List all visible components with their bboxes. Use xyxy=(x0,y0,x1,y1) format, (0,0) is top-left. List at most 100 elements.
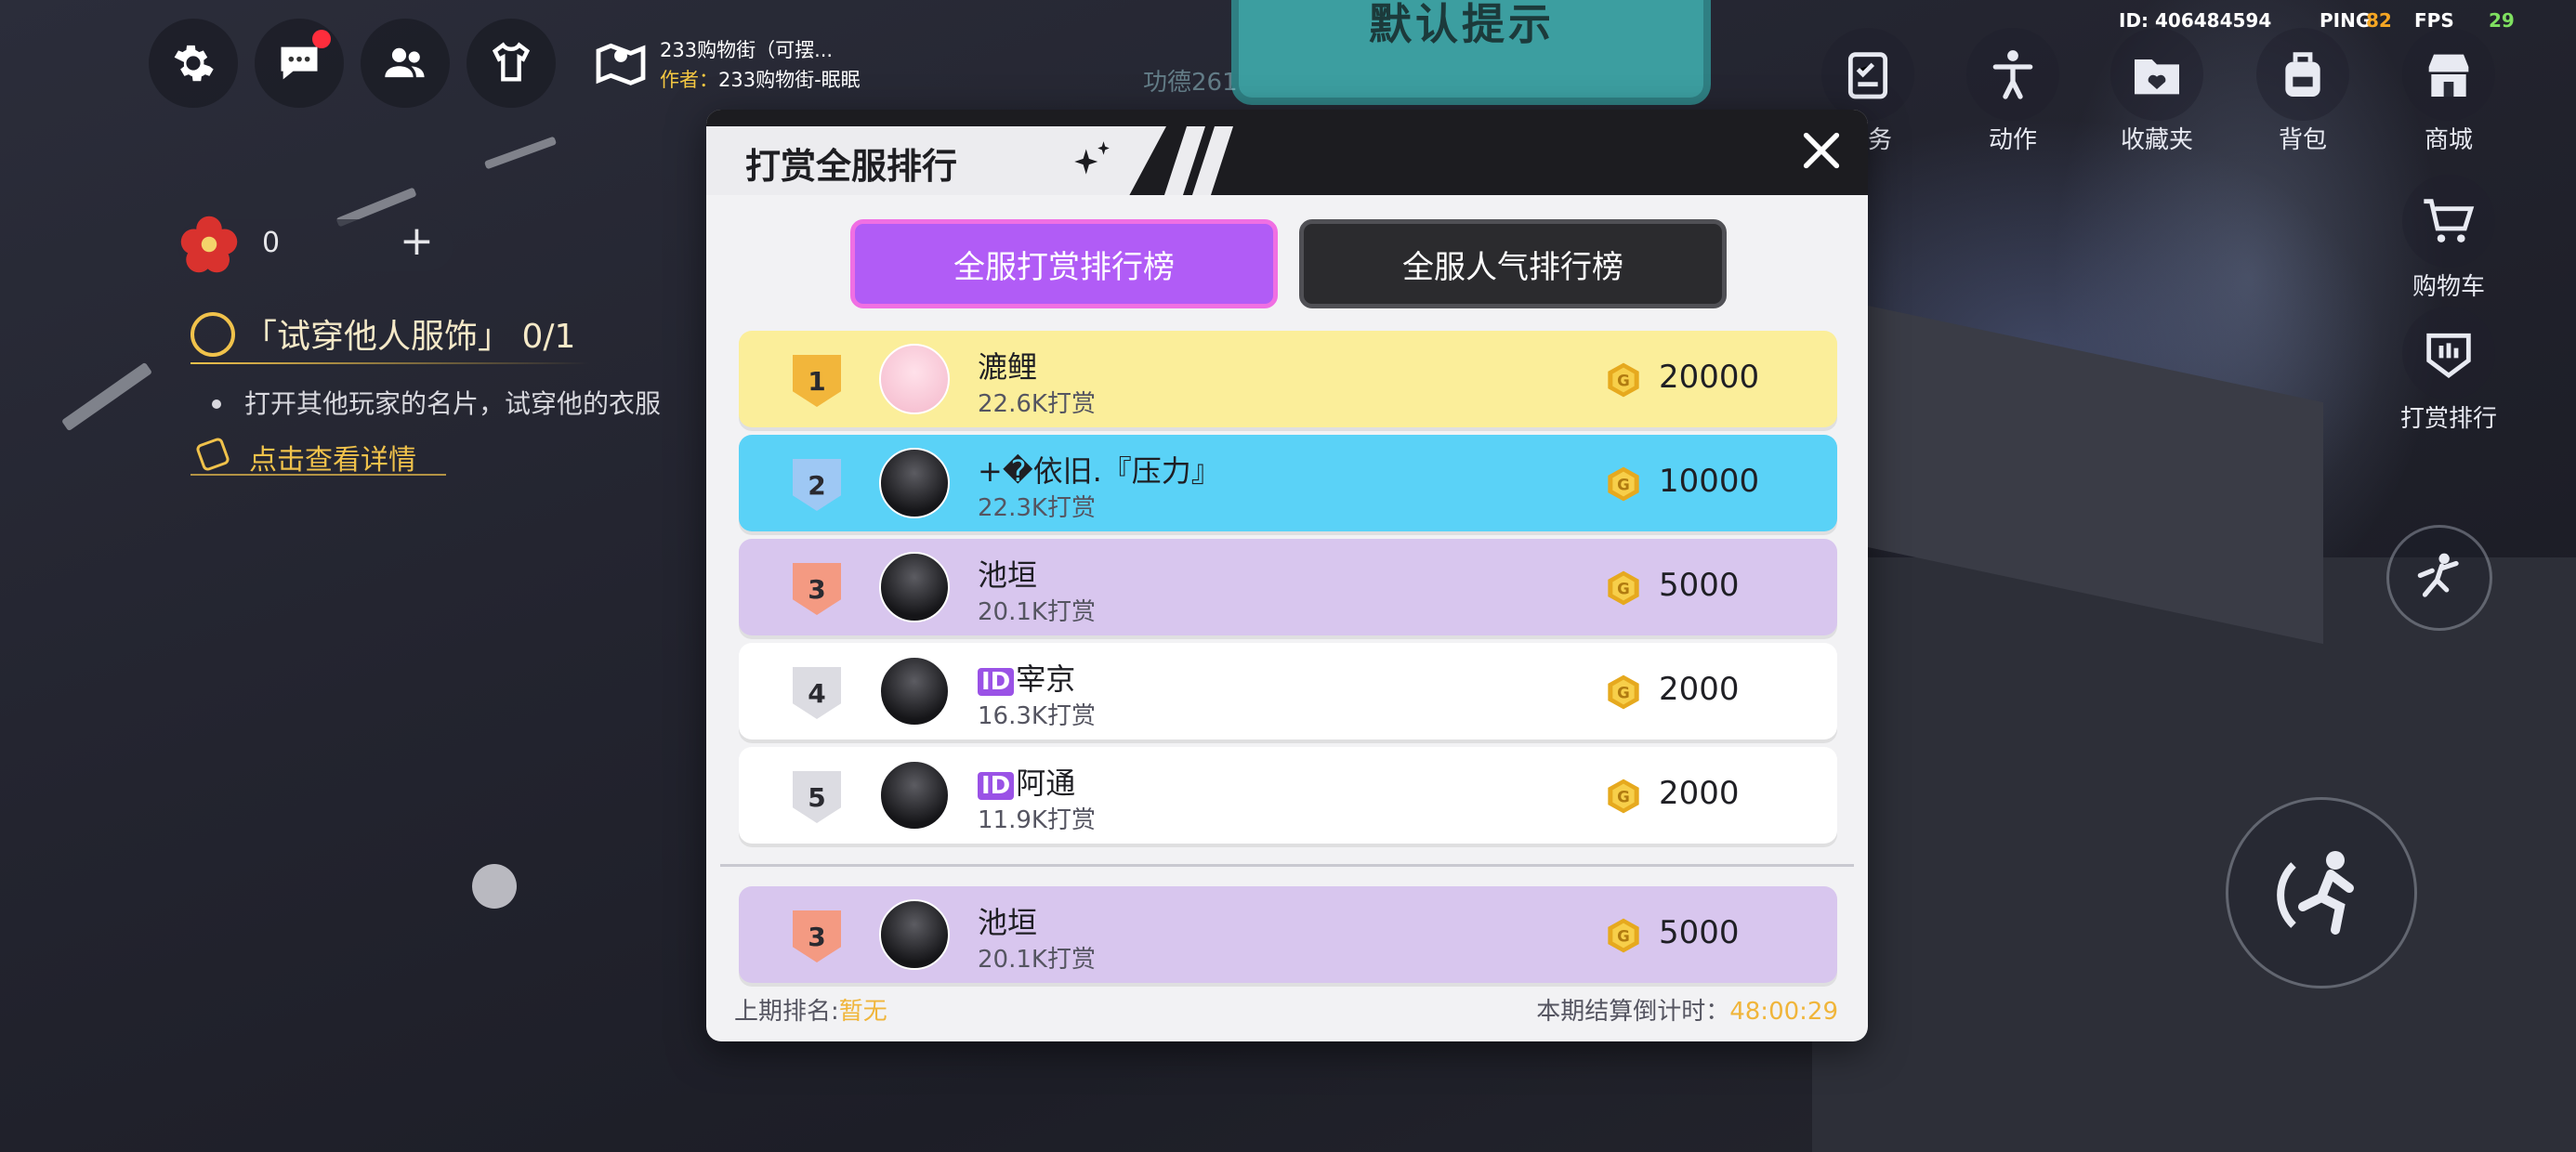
player-name: 池垣 xyxy=(978,899,1037,942)
player-name-text: 池垣 xyxy=(978,905,1038,940)
sprint-button[interactable] xyxy=(2226,797,2417,988)
player-name-text: 池垣 xyxy=(978,557,1038,593)
ranking-row[interactable]: 1 漉鲤 22.6K打赏 G 20000 xyxy=(739,331,1837,427)
task-details-link[interactable]: 点击查看详情 xyxy=(249,437,416,478)
coin-icon: G xyxy=(1605,778,1642,815)
pose-icon xyxy=(1966,28,2059,121)
settlement-countdown: 本期结算倒计时：48:00:29 xyxy=(1536,992,1838,1027)
tab-reward-ranking[interactable]: 全服打赏排行榜 xyxy=(850,219,1278,308)
player-name: ID 宰京 xyxy=(978,656,1075,699)
faded-scene-text: 功德261 xyxy=(1143,69,1238,97)
road-marking xyxy=(483,136,558,170)
store-icon xyxy=(2402,28,2495,121)
player-name-text: +�依旧.『压力』 xyxy=(978,453,1221,489)
close-button[interactable] xyxy=(1795,124,1847,177)
reward-ranking-dialog: 打赏全服排行 全服打赏排行榜 全服人气排行榜 1 漉鲤 22.6K打赏 G 20000 2… xyxy=(706,110,1868,1041)
menu-label: 打赏排行 xyxy=(2399,405,2497,433)
reward-amount: 10000 xyxy=(1659,463,1760,500)
player-reward-total: 11.9K打赏 xyxy=(978,806,1096,834)
map-info: 233购物街（可摆... 作者：233购物街-眠眠 xyxy=(660,35,861,95)
task-link-underline xyxy=(191,474,446,476)
menu-rank-button[interactable]: 打赏排行 xyxy=(2379,307,2518,434)
gear-icon xyxy=(174,45,214,82)
id-badge: ID xyxy=(978,668,1015,696)
avatar[interactable] xyxy=(879,448,950,518)
task-timer-icon xyxy=(191,312,235,357)
notification-dot xyxy=(312,30,331,48)
coin-icon: G xyxy=(1605,569,1642,607)
menu-label: 购物车 xyxy=(2412,273,2485,301)
settings-button[interactable] xyxy=(149,19,238,108)
svg-text:G: G xyxy=(1617,581,1630,598)
list-divider xyxy=(720,864,1854,867)
map-title: 233购物街（可摆... xyxy=(660,39,834,61)
menu-label: 收藏夹 xyxy=(2120,126,2193,154)
countdown-value: 48:00:29 xyxy=(1729,998,1838,1026)
avatar[interactable] xyxy=(879,656,950,727)
ranking-row[interactable]: 4 ID 宰京 16.3K打赏 G 2000 xyxy=(739,643,1837,740)
menu-label: 商城 xyxy=(2424,126,2473,154)
reward-amount: 2000 xyxy=(1659,775,1740,812)
countdown-label: 本期结算倒计时： xyxy=(1536,998,1730,1026)
player-reward-total: 22.6K打赏 xyxy=(978,390,1096,418)
menu-folder-heart-button[interactable]: 收藏夹 xyxy=(2087,28,2227,155)
flower-count: 0 xyxy=(262,227,281,259)
rank-badge: 3 xyxy=(793,563,841,615)
reward-amount: 20000 xyxy=(1659,359,1760,396)
author-name: 233购物街-眠眠 xyxy=(718,69,861,91)
menu-backpack-button[interactable]: 背包 xyxy=(2233,28,2372,155)
tab-popularity-ranking[interactable]: 全服人气排行榜 xyxy=(1299,219,1727,308)
joystick-dot[interactable] xyxy=(472,864,517,909)
avatar[interactable] xyxy=(879,760,950,831)
player-name-text: 阿通 xyxy=(1016,766,1076,801)
friends-button[interactable] xyxy=(361,19,450,108)
id-badge: ID xyxy=(978,772,1015,800)
ranking-row[interactable]: 2 +�依旧.『压力』 22.3K打赏 G 10000 xyxy=(739,435,1837,531)
avatar[interactable] xyxy=(879,344,950,414)
building-wall xyxy=(1812,557,2576,1152)
rank-badge: 2 xyxy=(793,459,841,511)
chat-button[interactable] xyxy=(255,19,344,108)
self-ranking-row[interactable]: 3 池垣 20.1K打赏 G 5000 xyxy=(739,886,1837,983)
sparkle-icon xyxy=(1064,137,1120,184)
previous-rank-value: 暂无 xyxy=(838,998,887,1026)
map-author: 作者：233购物街-眠眠 xyxy=(660,65,861,95)
reward-amount: 5000 xyxy=(1659,567,1740,604)
player-reward-total: 20.1K打赏 xyxy=(978,598,1096,626)
rank-badge: 3 xyxy=(793,910,841,962)
sprint-icon xyxy=(2277,851,2354,935)
menu-cart-button[interactable]: 购物车 xyxy=(2379,175,2518,302)
player-reward-total: 22.3K打赏 xyxy=(978,494,1096,522)
menu-pose-button[interactable]: 动作 xyxy=(1943,28,2083,155)
cart-icon xyxy=(2402,175,2495,268)
menu-label: 动作 xyxy=(1988,126,2037,154)
avatar[interactable] xyxy=(879,552,950,622)
rank-badge: 1 xyxy=(793,355,841,407)
svg-text:G: G xyxy=(1617,928,1630,946)
author-label: 作者： xyxy=(660,69,718,91)
map-pin-icon xyxy=(596,43,646,85)
dialog-title: 打赏全服排行 xyxy=(745,146,958,187)
reward-amount: 5000 xyxy=(1659,914,1740,951)
task-underline xyxy=(191,362,590,364)
menu-store-button[interactable]: 商城 xyxy=(2379,28,2518,155)
backpack-icon xyxy=(2256,28,2349,121)
coin-icon: G xyxy=(1605,465,1642,503)
reward-amount: 2000 xyxy=(1659,671,1740,708)
road-marking xyxy=(60,361,153,432)
friends-icon xyxy=(385,47,425,78)
task-title: 「试穿他人服饰」 0/1 xyxy=(243,318,576,356)
flower-icon xyxy=(178,214,240,275)
billboard: 默认提示 xyxy=(1231,0,1711,105)
outfit-button[interactable] xyxy=(467,19,556,108)
map-pin-button[interactable] xyxy=(591,33,651,93)
dance-button[interactable] xyxy=(2386,525,2492,631)
avatar[interactable] xyxy=(879,899,950,970)
player-name: 池垣 xyxy=(978,552,1037,595)
add-flower-button[interactable]: + xyxy=(400,217,434,265)
clipboard-icon xyxy=(1821,28,1914,121)
ranking-row[interactable]: 5 ID 阿通 11.9K打赏 G 2000 xyxy=(739,747,1837,844)
task-description: 打开其他玩家的名片，试穿他的衣服 xyxy=(244,388,662,419)
ranking-row[interactable]: 3 池垣 20.1K打赏 G 5000 xyxy=(739,539,1837,635)
rank-badge: 5 xyxy=(793,771,841,823)
